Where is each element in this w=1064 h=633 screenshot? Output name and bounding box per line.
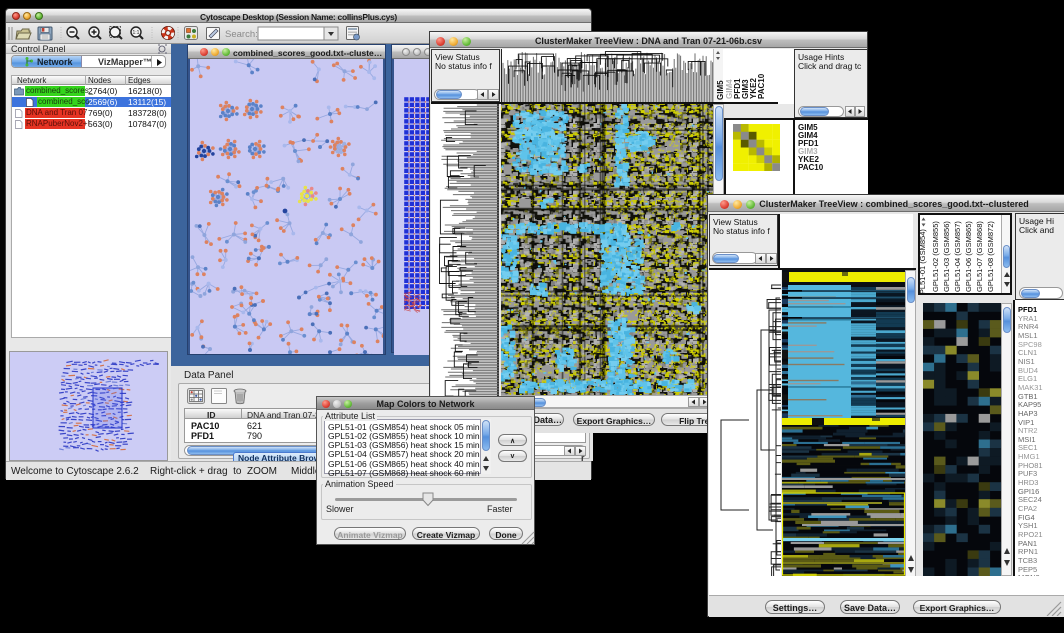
svg-text:Search:: Search: xyxy=(225,29,258,40)
svg-text:1:1: 1:1 xyxy=(133,30,140,36)
